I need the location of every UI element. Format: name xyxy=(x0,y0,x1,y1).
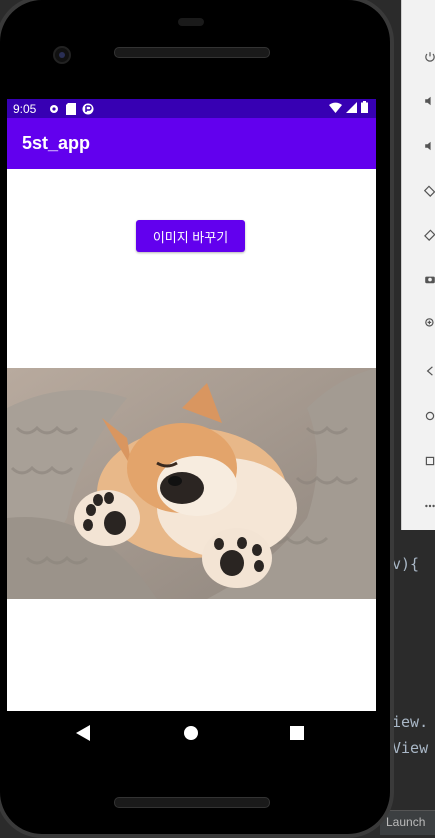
volume-down-icon[interactable] xyxy=(402,131,435,161)
sd-card-icon xyxy=(66,102,77,115)
status-time: 9:05 xyxy=(13,101,37,116)
rotate-left-icon[interactable] xyxy=(402,176,435,206)
camera-icon[interactable] xyxy=(402,264,435,294)
top-sensor xyxy=(178,18,204,26)
sleeping-puppy-illustration xyxy=(7,368,376,599)
status-bar: 9:05 xyxy=(7,99,376,118)
nav-bar xyxy=(7,711,376,755)
app-bar: 5st_app xyxy=(7,118,376,169)
bottom-speaker xyxy=(114,797,270,808)
nav-back-icon[interactable] xyxy=(73,723,93,743)
code-line: iew. xyxy=(392,713,429,731)
dog-image xyxy=(7,368,376,599)
nav-home-icon[interactable] xyxy=(181,723,201,743)
wifi-icon xyxy=(329,102,342,113)
notification-icon xyxy=(82,103,94,114)
zoom-icon[interactable] xyxy=(402,308,435,338)
rotate-right-icon[interactable] xyxy=(402,220,435,250)
home-icon[interactable] xyxy=(402,401,435,431)
launch-tab-label: Launch xyxy=(386,815,426,829)
volume-up-icon[interactable] xyxy=(402,86,435,116)
nav-recents-icon[interactable] xyxy=(287,723,307,743)
code-line: v){ xyxy=(392,555,420,573)
phone-screen: 9:05 5st_app 이미지 바꾸기 xyxy=(7,99,376,711)
gear-icon xyxy=(50,104,59,113)
code-line: View xyxy=(392,739,429,757)
power-icon[interactable] xyxy=(402,42,435,72)
earpiece-speaker xyxy=(114,47,270,58)
more-icon[interactable] xyxy=(402,491,435,521)
back-icon[interactable] xyxy=(402,356,435,386)
change-image-button[interactable]: 이미지 바꾸기 xyxy=(136,220,245,252)
overview-icon[interactable] xyxy=(402,446,435,476)
emulator-toolbar xyxy=(401,0,435,530)
signal-icon xyxy=(346,101,357,113)
app-title: 5st_app xyxy=(22,133,91,153)
battery-icon xyxy=(361,101,368,113)
front-camera-icon xyxy=(53,46,71,64)
